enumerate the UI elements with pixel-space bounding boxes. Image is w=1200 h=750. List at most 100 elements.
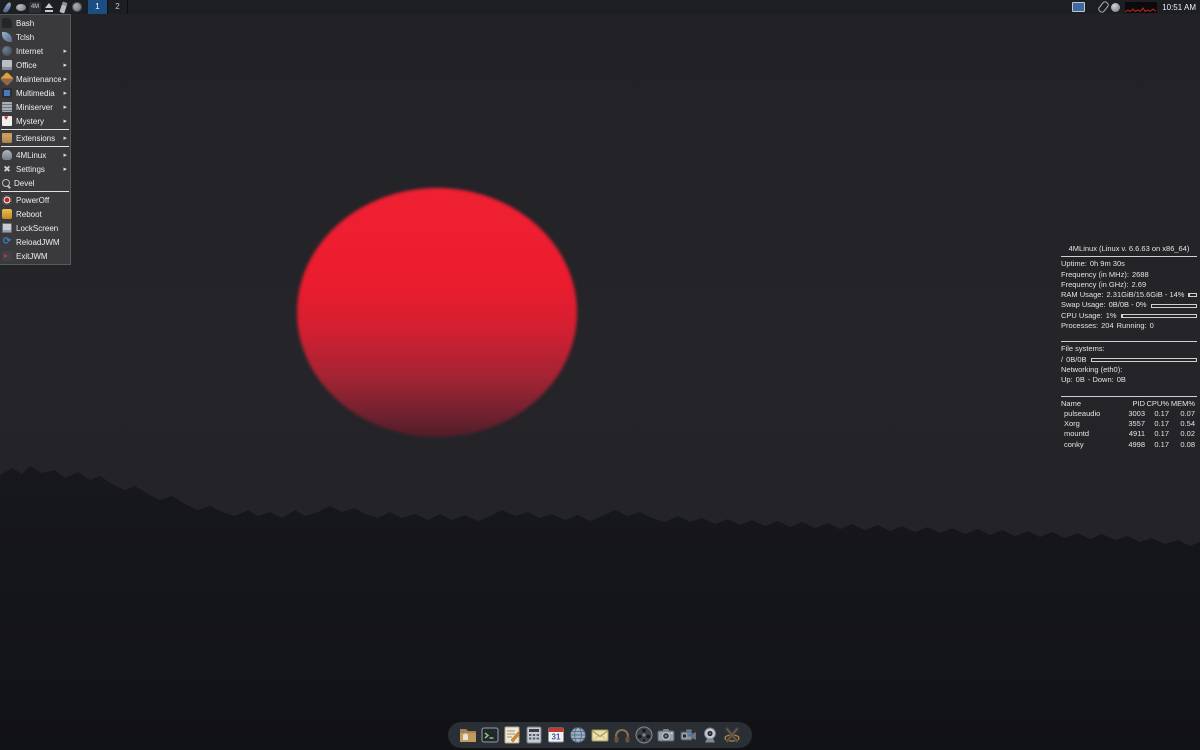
desktop: 4M 1 2 10:51 AM Bash Tclsh Internet (0, 0, 1200, 750)
clock: 10:51 AM (1160, 3, 1200, 12)
text-editor-icon[interactable] (502, 725, 522, 745)
eject-icon[interactable] (42, 0, 56, 14)
swap-usage-line: Swap Usage:0B/0B - 0% (1061, 300, 1197, 310)
server-icon (2, 102, 12, 112)
fs-root-line: /0B/0B (1061, 355, 1197, 365)
calendar-icon[interactable]: 31 (546, 725, 566, 745)
process-cpu: 0.17 (1145, 429, 1169, 439)
process-table: Name PID CPU% MEM% pulseaudio 3003 0.17 … (1061, 399, 1197, 450)
video-player-icon[interactable] (634, 725, 654, 745)
show-desktop-icon[interactable] (14, 0, 28, 14)
email-icon[interactable] (590, 725, 610, 745)
menu-item-lockscreen[interactable]: LockScreen (0, 221, 70, 235)
web-browser-icon[interactable] (568, 725, 588, 745)
volume-mixer-icon[interactable] (1109, 0, 1122, 14)
ram-usage-line: RAM Usage:2.31GiB/15.6GiB - 14% (1061, 290, 1197, 300)
table-header: Name (1061, 399, 1117, 409)
wallpaper-treeline (0, 0, 1200, 750)
process-name: mountd (1061, 429, 1117, 439)
workspace-2[interactable]: 2 (108, 0, 128, 14)
printer-icon (2, 60, 12, 70)
menu-separator (1, 129, 69, 130)
file-manager-icon[interactable] (458, 725, 478, 745)
terminal-icon[interactable] (480, 725, 500, 745)
paint-spray-icon[interactable] (56, 0, 70, 14)
menu-item-4mlinux[interactable]: 4MLinux (0, 148, 70, 162)
ram-bar (1188, 293, 1197, 297)
4mlinux-logo-icon[interactable]: 4M (28, 0, 42, 14)
music-player-icon[interactable] (612, 725, 632, 745)
application-dock: 31 (448, 722, 752, 748)
robot-icon (2, 150, 12, 160)
process-name: conky (1061, 440, 1117, 450)
top-panel: 4M 1 2 10:51 AM (0, 0, 1200, 14)
jwm-feather-icon[interactable] (0, 0, 14, 14)
fs-bar (1091, 358, 1197, 362)
webcam-icon[interactable] (700, 725, 720, 745)
panel-launchers: 4M (0, 0, 84, 14)
menu-item-exitjwm[interactable]: ExitJWM (0, 249, 70, 263)
process-mem: 0.54 (1169, 419, 1195, 429)
swap-bar (1151, 304, 1197, 308)
process-cpu: 0.17 (1145, 419, 1169, 429)
reboot-icon (2, 209, 12, 219)
root-menu: Bash Tclsh Internet Office Maintenance M… (0, 14, 71, 265)
conky-divider (1061, 341, 1197, 342)
lock-screen-icon (2, 223, 12, 233)
folder-icon (2, 133, 12, 143)
brush-icon (0, 72, 14, 86)
process-pid: 4998 (1117, 440, 1145, 450)
menu-item-devel[interactable]: Devel (0, 176, 70, 190)
workspace-1[interactable]: 1 (88, 0, 108, 14)
menu-item-mystery[interactable]: Mystery (0, 114, 70, 128)
menu-item-multimedia[interactable]: Multimedia (0, 86, 70, 100)
cpu-usage-line: CPU Usage:1% (1061, 311, 1197, 321)
table-header: CPU% (1145, 399, 1169, 409)
network-updown-line: Up:0B- Down:0B (1061, 375, 1197, 385)
workspace-pager: 1 2 (88, 0, 128, 14)
menu-item-reloadjwm[interactable]: ReloadJWM (0, 235, 70, 249)
monitor-icon (2, 88, 12, 98)
menu-item-miniserver[interactable]: Miniserver (0, 100, 70, 114)
process-mem: 0.02 (1169, 429, 1195, 439)
photo-viewer-icon[interactable] (656, 725, 676, 745)
process-mem: 0.07 (1169, 409, 1195, 419)
conky-divider (1061, 396, 1197, 397)
process-name: pulseaudio (1061, 409, 1117, 419)
cpu-load-graph (1125, 0, 1157, 14)
menu-item-extensions[interactable]: Extensions (0, 131, 70, 145)
bash-icon (2, 18, 12, 28)
menu-item-internet[interactable]: Internet (0, 44, 70, 58)
menu-item-settings[interactable]: Settings (0, 162, 70, 176)
playing-card-icon (2, 116, 12, 126)
table-header: MEM% (1169, 399, 1195, 409)
process-pid: 3003 (1117, 409, 1145, 419)
camcorder-icon[interactable] (678, 725, 698, 745)
menu-item-maintenance[interactable]: Maintenance (0, 72, 70, 86)
process-pid: 3557 (1117, 419, 1145, 429)
crossed-tools-icon (2, 164, 12, 174)
network-monitor-icon[interactable] (1071, 0, 1085, 14)
system-tray: 10:51 AM (1071, 0, 1200, 14)
menu-item-reboot[interactable]: Reboot (0, 207, 70, 221)
menu-item-office[interactable]: Office (0, 58, 70, 72)
svg-text:31: 31 (552, 733, 561, 742)
media-center-icon[interactable] (722, 725, 742, 745)
filesystems-header: File systems: (1061, 344, 1197, 354)
power-icon (2, 195, 12, 205)
process-cpu: 0.17 (1145, 409, 1169, 419)
table-header: PID (1117, 399, 1145, 409)
processes-line: Processes:204Running:0 (1061, 321, 1197, 331)
menu-item-tclsh[interactable]: Tclsh (0, 30, 70, 44)
clipboard-paperclip-icon[interactable] (1097, 0, 1109, 14)
process-mem: 0.08 (1169, 440, 1195, 450)
conky-divider (1061, 256, 1197, 257)
process-pid: 4911 (1117, 429, 1145, 439)
magnifier-icon (2, 179, 10, 187)
globe-settings-icon[interactable] (70, 0, 84, 14)
menu-item-poweroff[interactable]: PowerOff (0, 193, 70, 207)
menu-separator (1, 191, 69, 192)
calculator-icon[interactable] (524, 725, 544, 745)
menu-item-bash[interactable]: Bash (0, 16, 70, 30)
feather-icon (2, 32, 12, 42)
